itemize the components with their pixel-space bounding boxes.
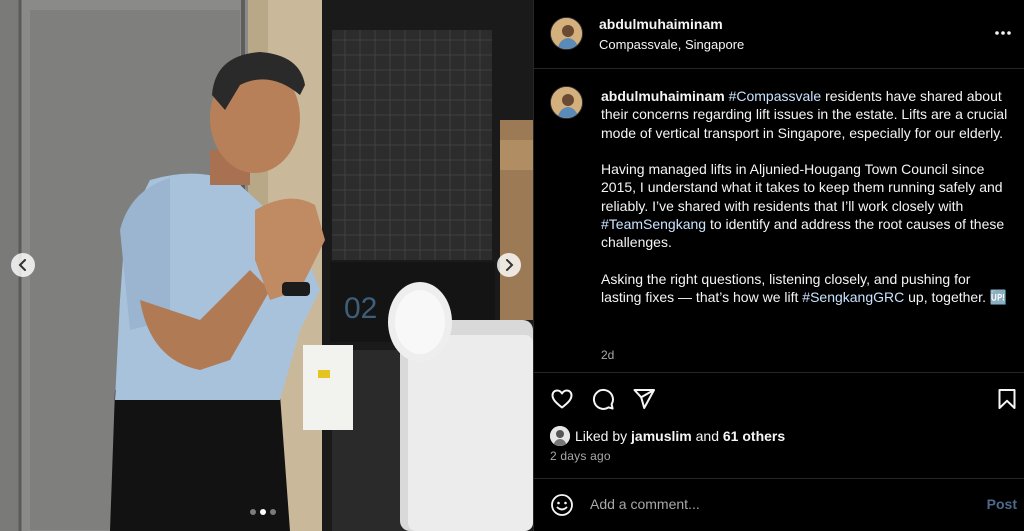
post-date[interactable]: 2 days ago: [550, 449, 611, 463]
likes-middle: and: [691, 428, 723, 444]
comment-bar: Post: [534, 478, 1024, 531]
comment-bubble-icon[interactable]: [591, 387, 615, 411]
hashtag-link[interactable]: #TeamSengkang: [601, 216, 706, 232]
header-username[interactable]: abdulmuhaiminam: [599, 16, 723, 32]
liker-avatar-image: [550, 426, 570, 446]
smiley-icon[interactable]: [550, 493, 574, 517]
carousel-dot: [260, 509, 266, 515]
svg-text:02: 02: [344, 292, 377, 325]
carousel-next-button[interactable]: [497, 253, 521, 277]
avatar-image: [551, 18, 582, 49]
caption-username[interactable]: abdulmuhaiminam: [601, 88, 725, 104]
caption-paragraph-2-start: Having managed lifts in Aljunied-Hougang…: [601, 161, 1003, 214]
chevron-right-icon: [506, 259, 514, 271]
post-header: abdulmuhaiminam Compassvale, Singapore: [534, 0, 1024, 69]
carousel-dot: [250, 509, 256, 515]
avatar[interactable]: [550, 17, 583, 50]
action-bar: [534, 372, 1024, 424]
caption-text: abdulmuhaiminam #Compassvale residents h…: [601, 87, 1011, 307]
carousel-prev-button[interactable]: [11, 253, 35, 277]
paper-plane-icon[interactable]: [632, 387, 656, 411]
caption-paragraph-3-end: up, together.: [904, 289, 990, 306]
post-comment-button[interactable]: Post: [987, 496, 1017, 512]
header-location[interactable]: Compassvale, Singapore: [599, 37, 744, 52]
post-sidebar: abdulmuhaiminam Compassvale, Singapore a…: [533, 0, 1024, 531]
heart-icon[interactable]: [550, 387, 574, 411]
liker-avatar[interactable]: [550, 426, 570, 446]
post-photo[interactable]: 02: [0, 0, 533, 531]
likes-others-link[interactable]: 61 others: [723, 428, 785, 444]
bookmark-icon[interactable]: [995, 387, 1019, 411]
liker-username[interactable]: jamuslim: [631, 428, 692, 444]
photo-illustration: 02: [0, 0, 533, 531]
comment-input[interactable]: [590, 496, 970, 512]
carousel-dots: [250, 509, 276, 515]
caption-section: abdulmuhaiminam #Compassvale residents h…: [534, 69, 1024, 372]
caption-avatar[interactable]: [550, 86, 583, 119]
hashtag-link[interactable]: #SengkangGRC: [802, 289, 904, 305]
hashtag-link[interactable]: #Compassvale: [729, 88, 822, 104]
likes-summary: Liked by jamuslim and 61 others: [550, 426, 785, 446]
caption-time-ago[interactable]: 2d: [601, 348, 614, 362]
likes-prefix: Liked by: [575, 428, 632, 444]
chevron-left-icon: [18, 259, 26, 271]
carousel-dot: [270, 509, 276, 515]
more-horizontal-icon[interactable]: [994, 24, 1012, 42]
up-emoji-icon: 🆙: [989, 289, 1008, 306]
avatar-image: [551, 87, 582, 118]
